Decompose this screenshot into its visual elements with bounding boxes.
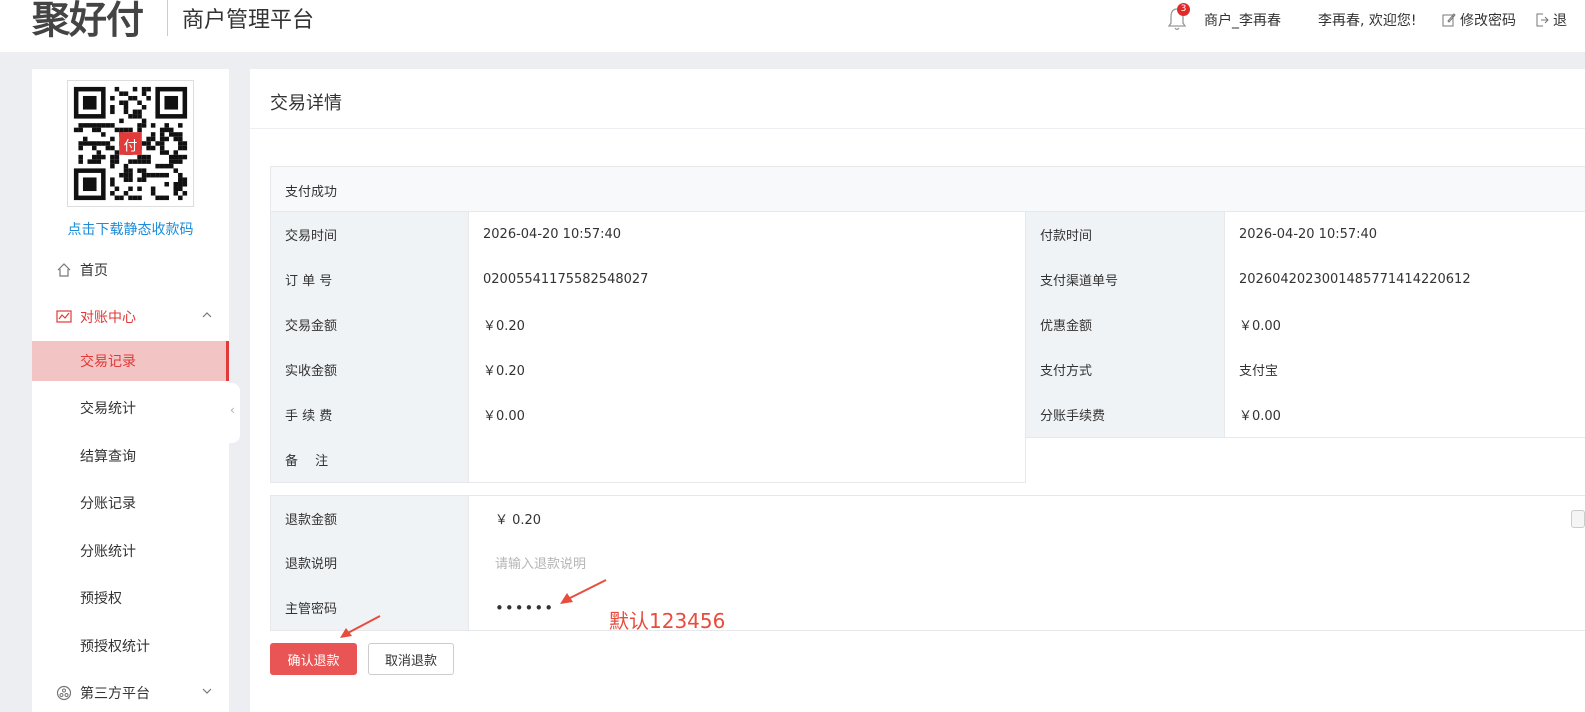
detail-label: 订 单 号	[270, 257, 469, 303]
qr-code-image[interactable]: 付	[67, 80, 194, 207]
detail-label: 交易时间	[270, 212, 469, 258]
top-header: 聚好付 商户管理平台 3 商户_李再春 李再春, 欢迎您! 修改密码 退	[0, 0, 1585, 52]
sidebar: 付 点击下载静态收款码 首页 对账中心 交易记录 交易统计 结算查询 分账记录 …	[32, 69, 229, 712]
status-row: 支付成功	[270, 166, 1585, 212]
detail-label: 支付方式	[1025, 347, 1225, 393]
sidebar-item-reconciliation[interactable]: 对账中心	[32, 297, 229, 337]
sidebar-subitem-settlement[interactable]: 结算查询	[32, 436, 229, 476]
annotation-text: 默认123456	[609, 609, 726, 633]
detail-value: ￥0.00	[468, 392, 1026, 438]
confirm-refund-button[interactable]: 确认退款	[270, 643, 357, 675]
annotation-arrow-icon	[560, 579, 607, 604]
detail-value: 支付宝	[1224, 347, 1585, 393]
sidebar-subitem-label: 结算查询	[80, 449, 136, 465]
sidebar-subitem-transaction-stats[interactable]: 交易统计	[32, 388, 229, 428]
refund-desc-input[interactable]: 请输入退款说明	[468, 540, 1585, 586]
welcome-text: 李再春, 欢迎您!	[1318, 13, 1417, 29]
logout-label: 退	[1553, 13, 1567, 29]
download-qr-link[interactable]: 点击下载静态收款码	[32, 219, 229, 239]
detail-label: 分账手续费	[1025, 392, 1225, 438]
page-title: 交易详情	[270, 93, 342, 114]
number-spinner[interactable]	[1571, 510, 1585, 528]
sidebar-subitem-label: 分账统计	[80, 544, 136, 560]
sidebar-subitem-label: 交易统计	[80, 401, 136, 417]
detail-value: ￥0.20	[468, 302, 1026, 348]
detail-value: 2026-04-20 10:57:40	[1224, 212, 1585, 258]
sidebar-subitem-label: 交易记录	[80, 354, 136, 370]
detail-label: 交易金额	[270, 302, 469, 348]
merchant-name[interactable]: 商户_李再春	[1204, 10, 1281, 30]
annotation-arrow-icon	[340, 615, 381, 638]
sidebar-item-label: 对账中心	[80, 310, 136, 326]
sidebar-subitem-transactions[interactable]: 交易记录	[32, 341, 229, 381]
sidebar-subitem-split-stats[interactable]: 分账统计	[32, 531, 229, 571]
sidebar-subitem-preauth[interactable]: 预授权	[32, 578, 229, 618]
detail-label: 实收金额	[270, 347, 469, 393]
sidebar-item-home[interactable]: 首页	[32, 250, 229, 290]
sidebar-subitem-split-records[interactable]: 分账记录	[32, 483, 229, 523]
detail-label: 优惠金额	[1025, 302, 1225, 348]
notification-badge: 3	[1177, 3, 1190, 16]
status-text: 支付成功	[285, 185, 338, 200]
password-dots: ••••••	[495, 598, 555, 617]
refund-amount-input[interactable]: ￥ 0.20	[468, 495, 1585, 541]
sidebar-subitem-label: 分账记录	[80, 496, 136, 512]
chevron-up-icon	[202, 312, 212, 318]
sidebar-item-label: 首页	[80, 263, 108, 279]
sidebar-collapse-handle[interactable]: ‹	[229, 383, 240, 443]
sidebar-subitem-label: 预授权	[80, 591, 122, 607]
detail-label: 付款时间	[1025, 212, 1225, 258]
detail-value: 02005541175582548027	[468, 257, 1026, 303]
detail-label: 手 续 费	[270, 392, 469, 438]
detail-value: ￥0.20	[468, 347, 1026, 393]
detail-value: ￥0.00	[1224, 392, 1585, 438]
sidebar-subitem-preauth-stats[interactable]: 预授权统计	[32, 626, 229, 666]
main-panel: 交易详情 支付成功 交易时间 2026-04-20 10:57:40 付款时间 …	[250, 69, 1585, 712]
refund-amount-label: 退款金额	[270, 495, 469, 541]
detail-label: 支付渠道单号	[1025, 257, 1225, 303]
cancel-refund-button[interactable]: 取消退款	[368, 643, 454, 675]
detail-label: 备 注	[270, 437, 469, 483]
divider	[250, 128, 1585, 129]
logo-text: 聚好付	[32, 0, 144, 42]
home-icon	[57, 263, 71, 277]
sidebar-item-third-party[interactable]: 第三方平台	[32, 673, 229, 712]
change-password-link[interactable]: 修改密码	[1442, 10, 1516, 30]
third-party-icon	[56, 685, 72, 701]
sidebar-subitem-label: 预授权统计	[80, 639, 150, 655]
sidebar-item-label: 第三方平台	[80, 686, 150, 702]
logout-link[interactable]: 退	[1535, 10, 1567, 30]
edit-icon	[1442, 13, 1456, 27]
logo-divider	[167, 0, 168, 36]
detail-value: ￥0.00	[1224, 302, 1585, 348]
change-password-label: 修改密码	[1460, 13, 1516, 29]
detail-value	[468, 437, 1026, 483]
refund-desc-label: 退款说明	[270, 540, 469, 586]
chevron-left-icon: ‹	[230, 403, 235, 417]
chart-icon	[56, 310, 72, 323]
refund-desc-placeholder: 请输入退款说明	[495, 557, 587, 572]
refund-amount-value: ￥ 0.20	[495, 512, 542, 528]
logout-icon	[1536, 13, 1549, 27]
detail-value: 2026-04-20 10:57:40	[468, 212, 1026, 258]
detail-value: 2026042023001485771414220612	[1224, 257, 1585, 303]
chevron-down-icon	[202, 688, 212, 694]
platform-title: 商户管理平台	[182, 8, 315, 33]
svg-text:付: 付	[124, 138, 138, 154]
logo: 聚好付	[32, 0, 144, 42]
